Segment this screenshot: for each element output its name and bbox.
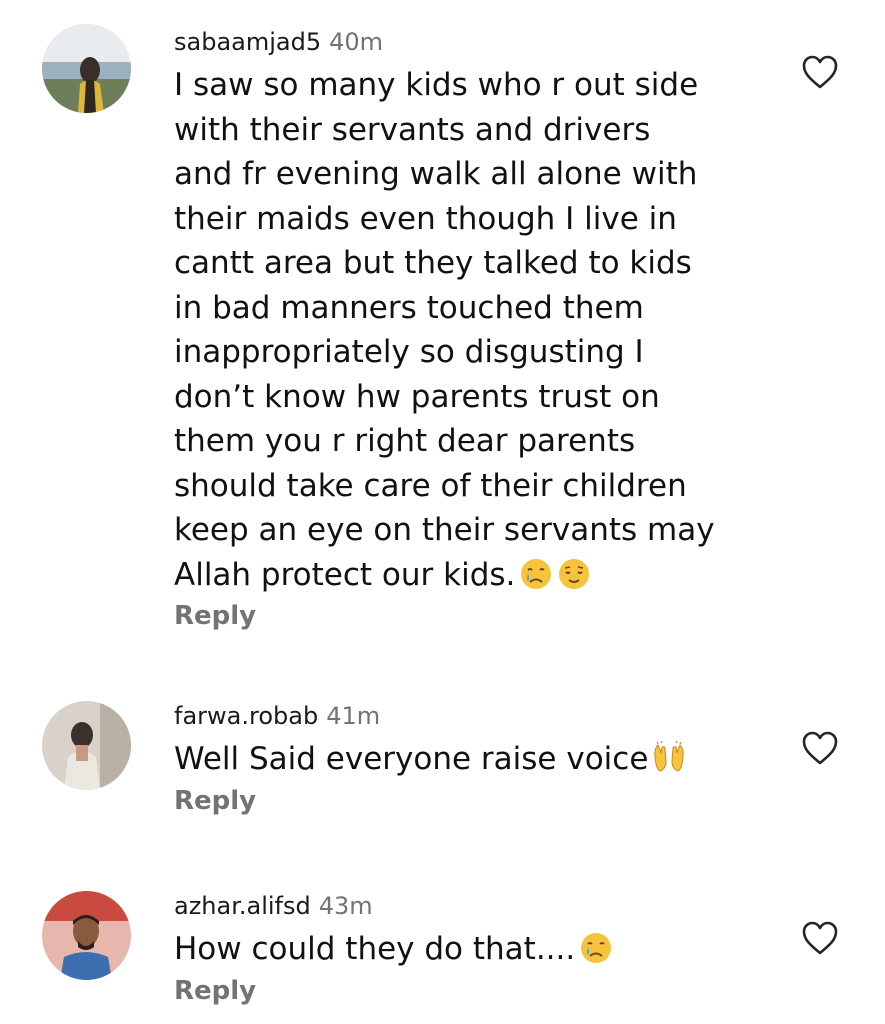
- heart-outline-icon: [802, 921, 838, 955]
- comment-text: Well Said everyone raise voice: [174, 737, 774, 782]
- raising-hands-emoji-icon: [652, 740, 686, 775]
- avatar[interactable]: [42, 24, 131, 113]
- relieved-face-emoji-icon: [557, 557, 591, 591]
- crying-face-emoji-icon: [519, 557, 553, 591]
- comment-username[interactable]: sabaamjad5: [174, 28, 321, 56]
- reply-button[interactable]: Reply: [174, 976, 256, 1006]
- comment-text: How could they do that....: [174, 927, 774, 972]
- like-button[interactable]: [801, 54, 839, 90]
- comment-timestamp: 43m: [318, 892, 373, 920]
- reply-button[interactable]: Reply: [174, 786, 256, 816]
- comment-username[interactable]: farwa.robab: [174, 702, 318, 730]
- comment-text-content: Well Said everyone raise voice: [174, 741, 649, 777]
- comment-timestamp: 40m: [329, 28, 384, 56]
- comment-timestamp: 41m: [326, 702, 381, 730]
- avatar[interactable]: [42, 891, 131, 980]
- avatar[interactable]: [42, 701, 131, 790]
- heart-outline-icon: [802, 731, 838, 765]
- comment-text: I saw so many kids who r out side with t…: [174, 63, 774, 597]
- like-button[interactable]: [801, 920, 839, 956]
- reply-button[interactable]: Reply: [174, 601, 256, 631]
- like-button[interactable]: [801, 730, 839, 766]
- comment-text-content: I saw so many kids who r out side with t…: [174, 67, 715, 593]
- crying-face-emoji-icon: [579, 931, 613, 965]
- comment-username[interactable]: azhar.alifsd: [174, 892, 311, 920]
- heart-outline-icon: [802, 55, 838, 89]
- comment-text-content: How could they do that....: [174, 931, 576, 967]
